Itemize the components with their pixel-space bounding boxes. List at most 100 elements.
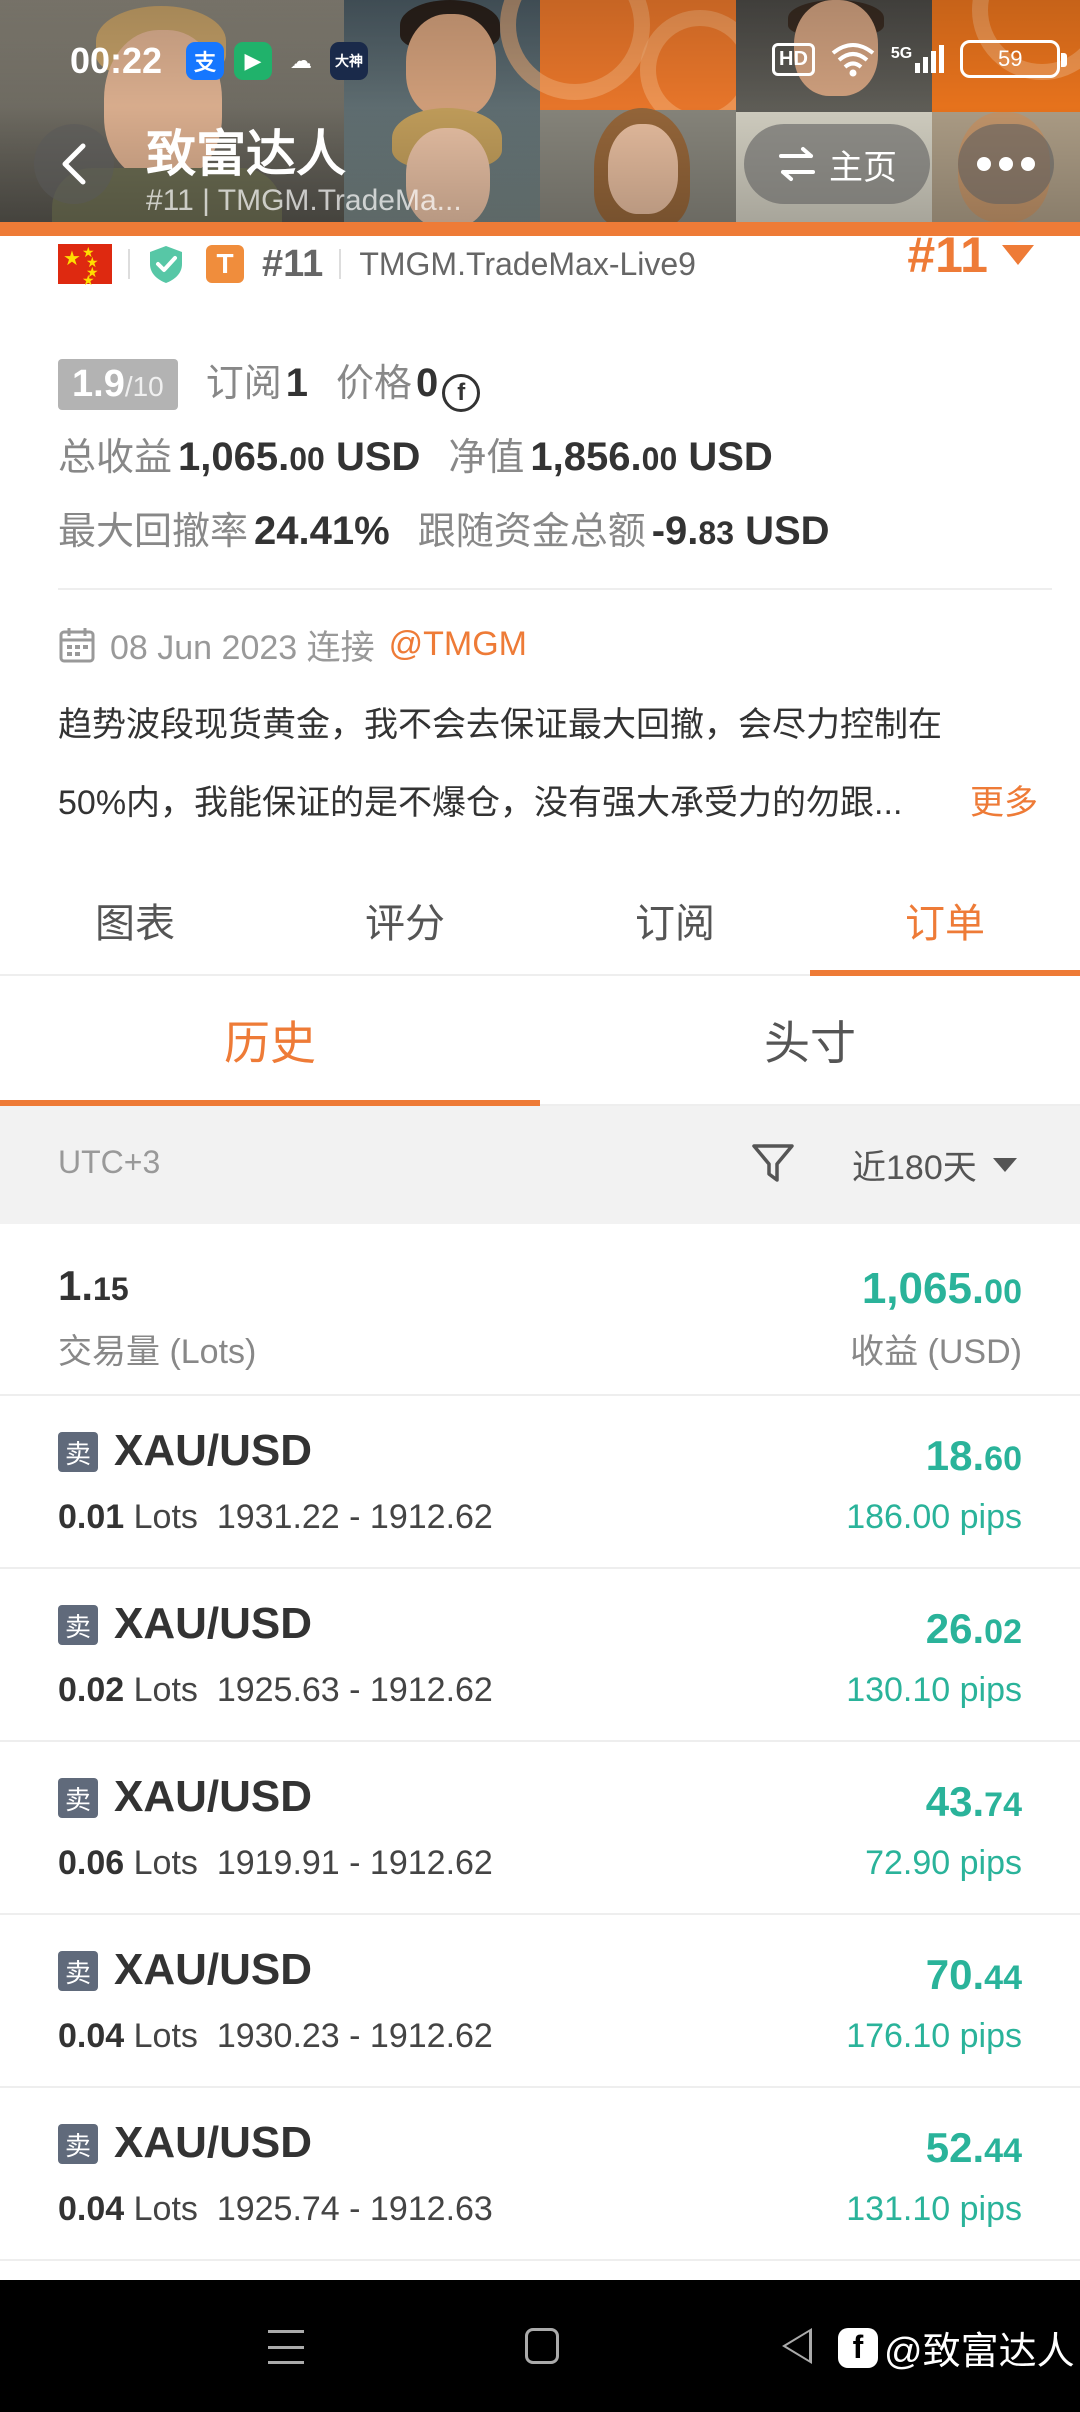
china-flag-icon: ★ ★ ★ ★ ★ [58,244,112,288]
order-row[interactable]: 卖 XAU/USD 0.04 Lots 1930.23 - 1912.62 70… [0,1915,1080,2088]
score-value: 1.9 [72,363,125,405]
total-profit-dec: 00 [984,1273,1022,1311]
description-line: 50%内，我能保证的是不爆仓，没有强大承受力的勿跟... [58,784,903,822]
trader-id-row: ★ ★ ★ ★ ★ T #11 TMGM.TradeMax-Live9 [58,238,1038,290]
trader-type-badge: T [206,245,244,283]
order-profit-dec: 60 [984,1440,1022,1478]
order-details: 0.06 Lots 1919.91 - 1912.62 [58,1844,493,1883]
score-badge: 1.9/10 [58,359,178,410]
status-app-icons: 支 ▶ ☁ 大神 [186,42,368,80]
order-row[interactable]: 卖 XAU/USD 0.04 Lots 1925.74 - 1912.63 52… [0,2088,1080,2261]
signal-icon: 5G [891,45,945,73]
video-app-icon: ▶ [234,42,272,80]
order-details: 0.04 Lots 1930.23 - 1912.62 [58,2017,493,2056]
lots-unit: Lots [133,1498,198,1536]
order-symbol: XAU/USD [114,1426,313,1475]
subtab-positions[interactable]: 头寸 [540,976,1080,1104]
trader-stats: 1.9/10 订阅 1 价格 0 f 总收益 1,065.00 USD 净值 1… [58,352,1038,574]
status-bar: 00:22 支 ▶ ☁ 大神 HD 5G 59 [0,0,1080,120]
total-profit-dec: 00 [289,441,325,477]
price-label: 价格 [336,363,413,405]
subscribe-count: 1 [285,361,309,405]
more-options-button[interactable] [958,124,1054,204]
order-profit-dec: 74 [984,1786,1022,1824]
follow-funds-int: -9. [651,509,699,553]
order-list: 卖 XAU/USD 0.01 Lots 1931.22 - 1912.62 18… [0,1396,1080,2261]
total-profit-value: 1,065.00 USD [178,435,420,480]
connect-date-row: 08 Jun 2023 连接 @TMGM [58,620,527,669]
total-profit: 1,065.00 [862,1264,1022,1314]
order-lots: 0.02 [58,1671,125,1709]
follow-funds-dec: 83 [698,515,734,551]
system-nav-bar: f @致富达人 [0,2280,1080,2412]
total-lots-dec: 15 [93,1271,129,1307]
order-lots: 0.01 [58,1498,125,1536]
main-tabs: 图表 评分 订阅 订单 [0,866,1080,976]
platform-logo-icon: f [838,2327,878,2368]
order-profit: 52.44 [926,2124,1022,2172]
caret-down-icon [992,1157,1017,1172]
description-line-2: 50%内，我能保证的是不爆仓，没有强大承受力的勿跟... 更多 [58,764,1038,842]
back-button[interactable] [34,124,114,204]
order-row[interactable]: 卖 XAU/USD 0.01 Lots 1931.22 - 1912.62 18… [0,1396,1080,1569]
period-dropdown[interactable]: 近180天 [852,1140,1017,1189]
order-subtabs: 历史 头寸 [0,976,1080,1106]
dot [999,157,1013,171]
net-value-unit: USD [677,435,773,479]
period-label: 近180天 [852,1149,977,1187]
order-row[interactable]: 卖 XAU/USD 0.02 Lots 1925.63 - 1912.62 26… [0,1569,1080,1742]
rank-value: #11 [907,227,988,283]
tab-chart[interactable]: 图表 [0,866,270,974]
status-time: 00:22 [70,40,163,81]
order-symbol: XAU/USD [114,2118,313,2167]
order-pips: 130.10 pips [846,1671,1022,1709]
back-nav-button[interactable] [782,2328,812,2364]
net-value: 1,856.00 USD [530,435,772,480]
broker-link[interactable]: @TMGM [389,625,527,664]
coin-icon: f [442,374,481,412]
rank-dropdown[interactable]: #11 [907,226,1034,284]
order-pips: 176.10 pips [846,2017,1022,2055]
battery-level: 59 [997,46,1023,71]
subtab-history[interactable]: 历史 [0,976,540,1106]
connect-date: 08 Jun 2023 连接 [110,629,375,667]
net-value-label: 净值 [448,437,525,479]
home-button[interactable]: 主页 [744,124,930,204]
price-value: 0 [416,361,439,405]
description-line: 趋势波段现货黄金，我不会去保证最大回撤，会尽力控制在 [58,706,942,744]
total-profit-unit: USD [324,435,421,479]
home-nav-button[interactable] [525,2328,559,2364]
order-profit-dec: 44 [984,2132,1022,2170]
wifi-icon [831,43,875,77]
verified-shield-icon [150,246,182,283]
tab-subscribe[interactable]: 订阅 [540,866,810,974]
broker-name: TMGM.TradeMax-Live9 [359,245,696,282]
profit-line: 总收益 1,065.00 USD 净值 1,856.00 USD [58,426,1038,500]
order-pips: 131.10 pips [846,2190,1022,2228]
tab-orders[interactable]: 订单 [810,866,1080,976]
order-lots: 0.06 [58,1844,125,1882]
drawdown-line: 最大回撤率 24.41% 跟随资金总额 -9.83 USD [58,500,1038,574]
separator [339,249,342,279]
net-value-dec: 00 [641,441,678,477]
battery-icon: 59 [960,40,1068,78]
strategy-description: 趋势波段现货黄金，我不会去保证最大回撤，会尽力控制在 50%内，我能保证的是不爆… [58,686,1038,842]
more-link[interactable]: 更多 [970,764,1038,842]
order-prices: 1925.74 - 1912.63 [216,2190,493,2228]
order-row[interactable]: 卖 XAU/USD 0.06 Lots 1919.91 - 1912.62 43… [0,1742,1080,1915]
recent-apps-button[interactable] [268,2330,304,2364]
dot [1021,157,1035,171]
total-profit-int: 1,065. [178,435,290,479]
score-line: 1.9/10 订阅 1 价格 0 f [58,352,1038,426]
follow-funds-unit: USD [733,509,830,553]
total-profit-int: 1,065. [861,1264,985,1313]
watermark-text: @致富达人 [884,2331,1075,2373]
filter-icon[interactable] [748,1138,798,1188]
order-profit-dec: 02 [984,1613,1022,1651]
total-lots-int: 1. [58,1262,94,1309]
max-drawdown-label: 最大回撤率 [58,511,249,553]
net-value-int: 1,856. [530,435,642,479]
tab-rating[interactable]: 评分 [270,866,540,974]
max-drawdown-value: 24.41% [254,509,390,553]
filter-bar: UTC+3 近180天 [0,1106,1080,1224]
